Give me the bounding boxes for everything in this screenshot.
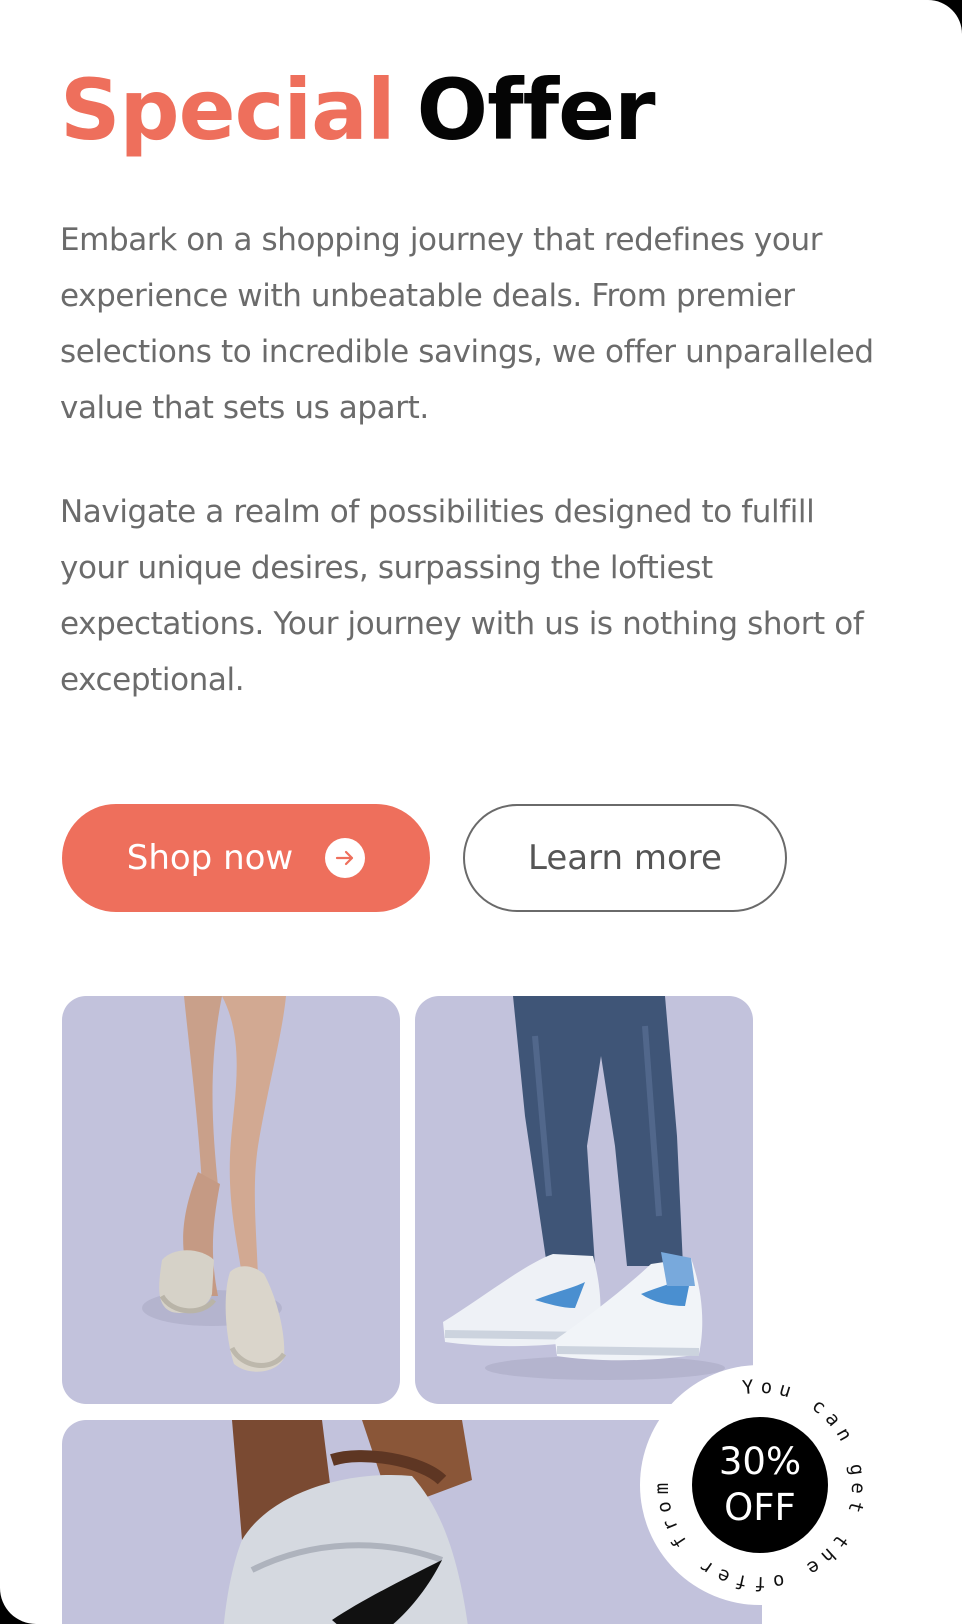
learn-more-button[interactable]: Learn more [463,804,787,912]
secondary-paragraph: Navigate a realm of possibilities design… [60,494,864,698]
arrow-right-circle-icon [325,838,366,878]
product-image-high-top-sneakers[interactable] [415,996,753,1404]
page-title: Special Offer [60,60,656,160]
title-rest-word: Offer [416,61,656,159]
learn-more-label: Learn more [528,838,722,878]
badge-percent: 30% [718,1440,802,1483]
shop-now-button[interactable]: Shop now [62,804,430,912]
shop-now-label: Shop now [126,838,294,878]
badge-center: 30% OFF [692,1417,828,1553]
product-image-chunky-sneakers[interactable] [62,996,400,1404]
title-accent-word: Special [60,61,396,159]
discount-badge: You can get the offer from Nike 30% OFF [640,1365,880,1605]
badge-off: OFF [724,1486,796,1529]
intro-paragraph: Embark on a shopping journey that redefi… [60,222,874,426]
special-offer-card: Special Offer Embark on a shopping journe… [0,0,962,1624]
